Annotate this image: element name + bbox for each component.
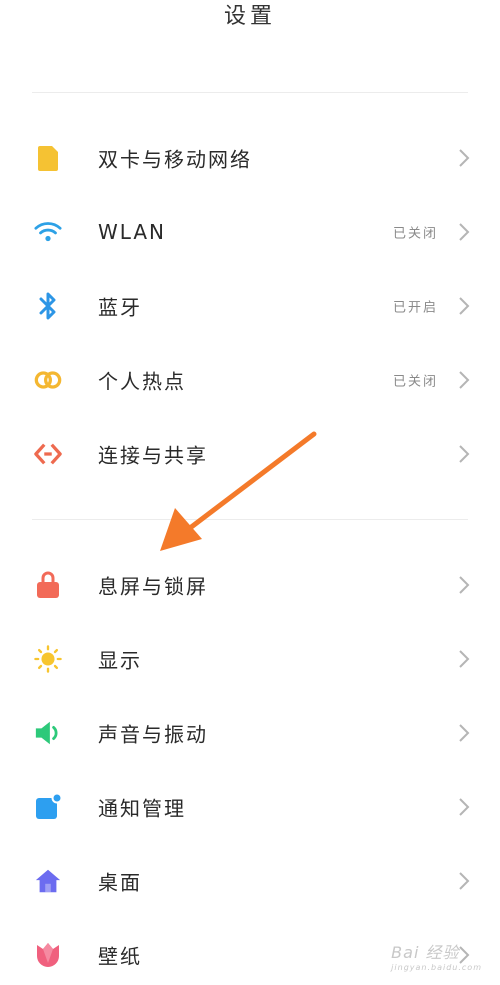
- chevron-right-icon: [459, 798, 470, 816]
- speaker-icon: [34, 719, 62, 747]
- home-icon: [34, 867, 62, 895]
- settings-item-label: 通知管理: [98, 796, 186, 821]
- settings-item-sound-vibration[interactable]: 声音与振动: [0, 703, 500, 763]
- settings-item-label: 连接与共享: [98, 443, 208, 468]
- chevron-right-icon: [459, 576, 470, 594]
- settings-item-connection-sharing[interactable]: 连接与共享: [0, 424, 500, 484]
- status-text: 已关闭: [392, 226, 438, 242]
- watermark-text: Bai 经验: [391, 943, 460, 962]
- settings-item-label: WLAN: [98, 220, 167, 244]
- chevron-right-icon: [459, 445, 470, 463]
- settings-item-wlan[interactable]: WLAN 已关闭: [0, 202, 500, 262]
- hotspot-icon: [34, 366, 62, 394]
- bluetooth-icon: [34, 292, 62, 320]
- settings-item-notifications[interactable]: 通知管理: [0, 777, 500, 837]
- sun-icon: [34, 645, 62, 673]
- watermark: Bai 经验 jingyan.baidu.com: [391, 939, 482, 972]
- settings-item-label: 个人热点: [98, 369, 186, 394]
- divider-group: [32, 519, 468, 520]
- connection-sharing-icon: [34, 440, 62, 468]
- lock-icon: [34, 571, 62, 599]
- chevron-right-icon: [459, 872, 470, 890]
- chevron-right-icon: [459, 371, 470, 389]
- settings-item-bluetooth[interactable]: 蓝牙 已开启: [0, 276, 500, 336]
- settings-item-label: 壁纸: [98, 944, 142, 969]
- chevron-right-icon: [459, 223, 470, 241]
- chevron-right-icon: [459, 149, 470, 167]
- tulip-icon: [34, 941, 62, 969]
- chevron-right-icon: [459, 724, 470, 742]
- settings-item-dual-sim[interactable]: 双卡与移动网络: [0, 128, 500, 188]
- settings-item-label: 双卡与移动网络: [98, 147, 252, 172]
- settings-item-label: 显示: [98, 648, 142, 673]
- settings-item-label: 桌面: [98, 870, 142, 895]
- sim-card-icon: [34, 144, 62, 172]
- divider-top: [32, 92, 468, 93]
- settings-item-lock-screen[interactable]: 息屏与锁屏: [0, 555, 500, 615]
- status-text: 已开启: [392, 300, 438, 316]
- wifi-icon: [34, 218, 62, 246]
- watermark-subtext: jingyan.baidu.com: [391, 963, 482, 972]
- status-text: 已关闭: [392, 374, 438, 390]
- chevron-right-icon: [459, 297, 470, 315]
- page-title: 设置: [223, 4, 276, 29]
- settings-item-hotspot[interactable]: 个人热点 已关闭: [0, 350, 500, 410]
- settings-item-desktop[interactable]: 桌面: [0, 851, 500, 911]
- settings-item-label: 声音与振动: [98, 722, 208, 747]
- settings-item-label: 息屏与锁屏: [98, 574, 208, 599]
- settings-item-label: 蓝牙: [98, 295, 142, 320]
- notification-icon: [34, 793, 62, 821]
- settings-item-display[interactable]: 显示: [0, 629, 500, 689]
- chevron-right-icon: [459, 650, 470, 668]
